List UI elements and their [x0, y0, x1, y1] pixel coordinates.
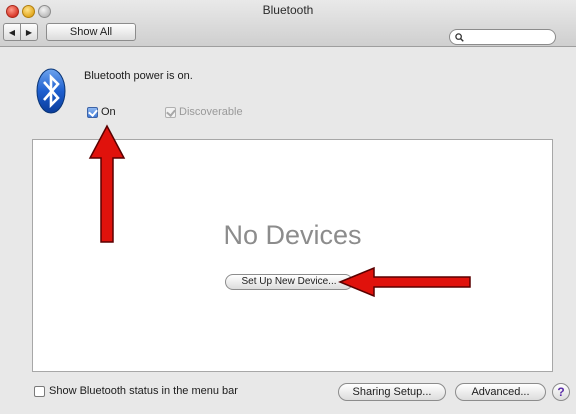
set-up-new-device-button[interactable]: Set Up New Device...	[225, 274, 353, 290]
forward-arrow-icon: ▶	[25, 28, 33, 37]
sharing-setup-button[interactable]: Sharing Setup...	[338, 383, 446, 401]
red-arrow-left-icon	[338, 266, 471, 298]
help-button[interactable]: ?	[552, 383, 570, 401]
window-title: Bluetooth	[262, 3, 314, 17]
search-field[interactable]	[449, 29, 556, 45]
bluetooth-on-label: On	[101, 106, 116, 118]
show-all-button[interactable]: Show All	[46, 23, 136, 41]
magnifier-icon	[455, 30, 464, 45]
discoverable-label: Discoverable	[179, 106, 243, 118]
red-arrow-up-icon	[88, 124, 126, 243]
search-input[interactable]	[466, 31, 550, 43]
discoverable-checkbox[interactable]	[165, 107, 176, 118]
back-arrow-icon: ◀	[8, 28, 16, 37]
forward-button[interactable]: ▶	[20, 23, 38, 41]
advanced-button[interactable]: Advanced...	[455, 383, 546, 401]
bluetooth-preferences-window: Bluetooth ◀ ▶ Show All Bluetooth power i…	[0, 0, 576, 414]
bluetooth-icon	[36, 68, 66, 114]
show-status-label: Show Bluetooth status in the menu bar	[49, 385, 238, 397]
show-status-in-menu-bar-checkbox[interactable]	[34, 386, 45, 397]
bluetooth-on-checkbox[interactable]	[87, 107, 98, 118]
back-button[interactable]: ◀	[3, 23, 21, 41]
title-bar: Bluetooth ◀ ▶ Show All	[0, 0, 576, 47]
bluetooth-power-status: Bluetooth power is on.	[84, 70, 193, 82]
